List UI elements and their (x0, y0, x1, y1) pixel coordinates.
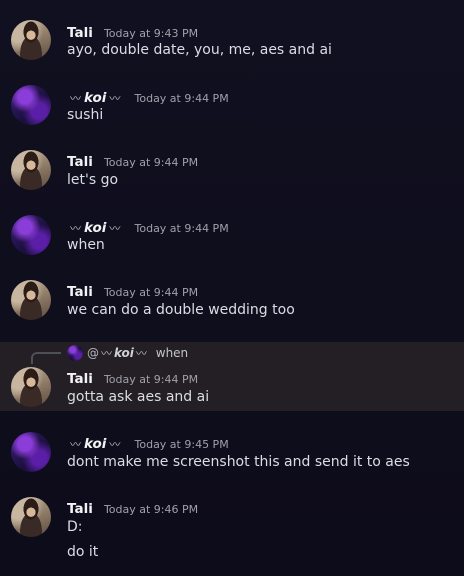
reply-author[interactable]: koi (114, 346, 134, 360)
koi-avatar[interactable] (11, 85, 51, 125)
username[interactable]: Tali (67, 501, 93, 517)
timestamp: Today at 9:44 PM (103, 286, 199, 299)
reply-mention: @ (87, 346, 99, 360)
username[interactable]: Tali (67, 284, 93, 300)
message-header: 〰 koi 〰 Today at 9:44 PM (67, 87, 229, 106)
message-header: Tali Today at 9:46 PM (67, 498, 198, 517)
message-text: we can do a double wedding too (67, 302, 295, 318)
name-decoration-left: 〰 (101, 347, 112, 360)
message-header: Tali Today at 9:44 PM (67, 151, 198, 170)
message-text: let's go (67, 172, 119, 188)
username[interactable]: Tali (67, 371, 93, 387)
message-header: Tali Today at 9:44 PM (67, 368, 198, 387)
message-text: D: (67, 519, 83, 535)
username[interactable]: Tali (67, 154, 93, 170)
timestamp: Today at 9:44 PM (134, 92, 229, 105)
timestamp: Today at 9:44 PM (134, 222, 229, 235)
timestamp: Today at 9:45 PM (134, 438, 229, 451)
name-decoration-right: 〰 (109, 438, 121, 451)
name-decoration-right: 〰 (135, 347, 147, 360)
message-text: ayo, double date, you, me, aes and ai (67, 42, 332, 58)
message-header: Tali Today at 9:44 PM (67, 281, 198, 300)
timestamp: Today at 9:46 PM (103, 503, 199, 516)
reply-preview-text: when (155, 346, 189, 360)
timestamp: Today at 9:44 PM (103, 373, 199, 386)
koi-avatar (67, 345, 83, 361)
username[interactable]: koi (84, 436, 106, 452)
username[interactable]: koi (84, 220, 106, 236)
username[interactable]: Tali (67, 25, 93, 41)
reply-reference[interactable]: @ 〰 koi 〰 when (67, 345, 188, 361)
message-header: Tali Today at 9:43 PM (67, 22, 198, 41)
chat-message-list: Tali Today at 9:43 PM ayo, double date, … (0, 0, 464, 576)
koi-avatar[interactable] (11, 432, 51, 472)
message-header: 〰 koi 〰 Today at 9:45 PM (67, 433, 229, 452)
timestamp: Today at 9:44 PM (103, 156, 199, 169)
name-decoration-left: 〰 (70, 92, 81, 105)
timestamp: Today at 9:43 PM (103, 27, 199, 40)
username[interactable]: koi (84, 90, 106, 106)
name-decoration-left: 〰 (70, 222, 81, 235)
tali-avatar[interactable] (11, 497, 51, 537)
name-decoration-left: 〰 (70, 438, 81, 451)
message-text: gotta ask aes and ai (67, 389, 210, 405)
koi-avatar[interactable] (11, 215, 51, 255)
tali-avatar[interactable] (11, 150, 51, 190)
message-text: when (67, 237, 105, 253)
tali-avatar[interactable] (11, 280, 51, 320)
reply-connector (31, 352, 61, 364)
message-header: 〰 koi 〰 Today at 9:44 PM (67, 217, 229, 236)
message-text: do it (67, 544, 99, 560)
tali-avatar[interactable] (11, 367, 51, 407)
name-decoration-right: 〰 (109, 92, 121, 105)
message-text: sushi (67, 107, 104, 123)
message-text: dont make me screenshot this and send it… (67, 454, 410, 470)
tali-avatar[interactable] (11, 20, 51, 60)
name-decoration-right: 〰 (109, 222, 121, 235)
